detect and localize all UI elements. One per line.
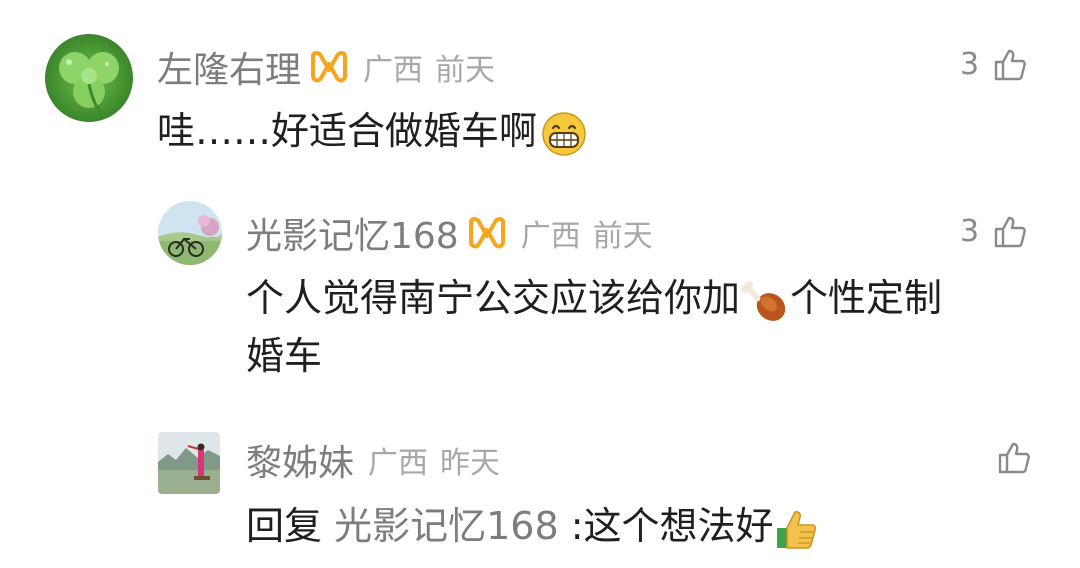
thumbs-up-icon (774, 506, 820, 552)
comment-body-line1-after: 个性定制 (790, 276, 943, 320)
username[interactable]: 黎姊妹 (246, 434, 354, 486)
like-button[interactable]: 3 (960, 214, 1027, 249)
time-label: 前天 (435, 53, 496, 88)
username[interactable]: 左隆右理 (157, 41, 301, 93)
like-button[interactable] (997, 441, 1031, 475)
region-label: 广西 (520, 219, 581, 254)
region-label: 广西 (363, 53, 424, 88)
vip-badge-icon (467, 216, 507, 250)
time-label: 昨天 (440, 446, 501, 481)
thumbs-up-outline-icon (994, 216, 1026, 247)
avatar[interactable] (45, 34, 133, 122)
like-count: 3 (960, 47, 980, 82)
avatar[interactable] (158, 432, 220, 494)
comment-header: 光影记忆168 广西 前天 (246, 207, 653, 259)
reply-prefix: 回复 (246, 504, 323, 548)
like-button[interactable]: 3 (960, 47, 1027, 82)
thumbs-up-outline-icon (994, 49, 1026, 80)
thumbs-up-outline-icon (998, 442, 1030, 474)
vip-badge-icon (309, 50, 349, 84)
comment-body-line2: 婚车 (246, 334, 323, 378)
comment-text: 哇……好适合做婚车啊 (157, 102, 587, 160)
avatar[interactable] (158, 201, 222, 265)
reply-target-link[interactable]: 光影记忆168 (334, 504, 559, 548)
comment-text: 回复 光影记忆168 :这个想法好 (246, 497, 820, 555)
comment-header: 左隆右理 广西 前天 (157, 41, 496, 93)
comment-header: 黎姊妹 广西 昨天 (246, 434, 501, 486)
time-label: 前天 (592, 219, 653, 254)
comment-body: :这个想法好 (570, 504, 774, 548)
comment-text: 个人觉得南宁公交应该给你加 个性定制 婚车 (246, 269, 942, 385)
comment-body-line1: 个人觉得南宁公交应该给你加 (246, 276, 741, 320)
chicken-leg-icon (740, 276, 790, 326)
username[interactable]: 光影记忆168 (246, 207, 459, 259)
comment-body: 哇……好适合做婚车啊 (157, 109, 538, 153)
like-count: 3 (960, 214, 980, 249)
grinning-face-icon (541, 111, 587, 157)
region-label: 广西 (368, 446, 429, 481)
